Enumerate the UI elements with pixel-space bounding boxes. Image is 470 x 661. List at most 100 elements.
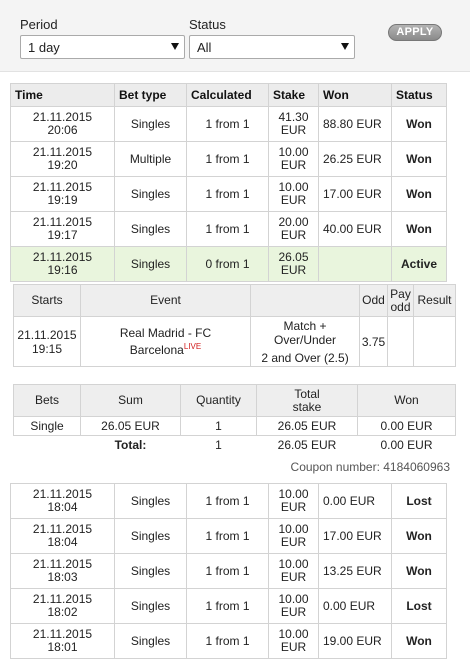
period-select-value: 1 day [28, 40, 60, 55]
bet-type: Singles [114, 106, 187, 142]
bet-row[interactable]: 21.11.2015 19:19 Singles 1 from 1 10.00 EUR 17… [10, 176, 447, 212]
bet-calculated: 0 from 1 [186, 246, 269, 282]
bet-calculated: 1 from 1 [186, 211, 269, 247]
col-odd: Odd [359, 284, 388, 317]
bet-row[interactable]: 21.11.2015 18:04 Singles 1 from 1 10.00 EUR 0.… [10, 483, 447, 519]
bet-type: Singles [114, 483, 187, 519]
bet-row[interactable]: 21.11.2015 18:02 Singles 1 from 1 10.00 EUR 0.… [10, 588, 447, 624]
bet-calculated: 1 from 1 [186, 588, 269, 624]
bet-type: Multiple [114, 141, 187, 177]
bet-won: 13.25 EUR [318, 553, 392, 589]
col-starts: Starts [13, 284, 81, 317]
summary-row: Single 26.05 EUR 1 26.05 EUR 0.00 EUR [13, 416, 456, 436]
bets-table-bottom: 21.11.2015 18:04 Singles 1 from 1 10.00 EUR 0.… [10, 483, 447, 659]
details-market: Match + Over/Under 2 and Over (2.5) [250, 316, 360, 367]
bet-row[interactable]: 21.11.2015 18:01 Singles 1 from 1 10.00 EUR 19… [10, 623, 447, 659]
bet-won: 17.00 EUR [318, 518, 392, 554]
bet-status: Active [391, 246, 447, 282]
col-time: Time [10, 83, 115, 107]
bet-status: Won [391, 553, 447, 589]
status-select[interactable]: All [189, 35, 355, 59]
bet-stake: 10.00 EUR [268, 553, 319, 589]
col-market [250, 284, 360, 317]
bet-status: Lost [391, 483, 447, 519]
bet-row[interactable]: 21.11.2015 18:03 Singles 1 from 1 10.00 EUR 13… [10, 553, 447, 589]
summary-won: 0.00 EUR [357, 416, 456, 436]
bet-type: Singles [114, 518, 187, 554]
bet-calculated: 1 from 1 [186, 106, 269, 142]
bet-time: 21.11.2015 19:16 [10, 246, 115, 282]
bet-type: Singles [114, 623, 187, 659]
col-status: Status [391, 83, 447, 107]
apply-button[interactable]: APPLY [388, 24, 442, 41]
live-badge: LIVE [183, 342, 202, 351]
bet-stake: 10.00 EUR [268, 176, 319, 212]
summary-total-row: Total: 1 26.05 EUR 0.00 EUR [14, 436, 456, 455]
bet-calculated: 1 from 1 [186, 518, 269, 554]
bet-time: 21.11.2015 18:04 [10, 518, 115, 554]
summary-table: Bets Sum Quantity Total stake Won Single … [13, 384, 456, 455]
bet-won: 17.00 EUR [318, 176, 392, 212]
chevron-down-icon [341, 43, 349, 50]
bet-won: 0.00 EUR [318, 588, 392, 624]
bet-type: Singles [114, 176, 187, 212]
bet-stake: 26.05 EUR [268, 246, 319, 282]
summary-sum: 26.05 EUR [80, 416, 181, 436]
bets-header-row: Time Bet type Calculated Stake Won Statu… [10, 83, 447, 107]
status-label: Status [189, 17, 226, 32]
col-stake: Stake [268, 83, 319, 107]
bet-won: 19.00 EUR [318, 623, 392, 659]
bet-details-table: Starts Event Odd Pay odd Result 21.11.201… [13, 284, 456, 367]
bet-stake: 10.00 EUR [268, 588, 319, 624]
details-event: Real Madrid - FC BarcelonaLIVE [80, 316, 251, 367]
bet-stake: 41.30 EUR [268, 106, 319, 142]
bet-won [318, 246, 392, 282]
bet-calculated: 1 from 1 [186, 141, 269, 177]
bet-status: Won [391, 211, 447, 247]
bet-calculated: 1 from 1 [186, 483, 269, 519]
col-total-stake: Total stake [256, 384, 358, 417]
bet-row[interactable]: 21.11.2015 19:17 Singles 1 from 1 20.00 EUR 40… [10, 211, 447, 247]
chevron-down-icon [171, 43, 179, 50]
coupon-number: Coupon number: 4184060963 [290, 460, 450, 474]
bet-status: Won [391, 106, 447, 142]
details-result [413, 316, 456, 367]
period-select[interactable]: 1 day [20, 35, 185, 59]
details-pay-odd [387, 316, 414, 367]
bet-row[interactable]: 21.11.2015 19:20 Multiple 1 from 1 10.00 EUR 2… [10, 141, 447, 177]
bet-time: 21.11.2015 19:19 [10, 176, 115, 212]
col-calculated: Calculated [186, 83, 269, 107]
bet-row[interactable]: 21.11.2015 20:06 Singles 1 from 1 41.30 EUR 88… [10, 106, 447, 142]
col-quantity: Quantity [180, 384, 257, 417]
bet-row[interactable]: 21.11.2015 19:16 Singles 0 from 1 26.05 EUR Ac… [10, 246, 447, 282]
bet-calculated: 1 from 1 [186, 553, 269, 589]
col-result: Result [413, 284, 456, 317]
total-quantity: 1 [215, 438, 222, 453]
total-label: Total: [114, 438, 147, 453]
bet-calculated: 1 from 1 [186, 176, 269, 212]
bet-won: 88.80 EUR [318, 106, 392, 142]
total-won: 0.00 EUR [380, 438, 433, 453]
bet-won: 40.00 EUR [318, 211, 392, 247]
details-row: 21.11.2015 19:15 Real Madrid - FC Barcelon… [13, 316, 456, 367]
col-summary-won: Won [357, 384, 456, 417]
filter-bar: Period 1 day Status All APPLY [0, 0, 470, 72]
bet-time: 21.11.2015 18:04 [10, 483, 115, 519]
bet-type: Singles [114, 246, 187, 282]
details-starts: 21.11.2015 19:15 [13, 316, 81, 367]
bet-type: Singles [114, 211, 187, 247]
col-sum: Sum [80, 384, 181, 417]
bet-time: 21.11.2015 19:20 [10, 141, 115, 177]
summary-quantity: 1 [180, 416, 257, 436]
col-bets: Bets [13, 384, 81, 417]
bet-stake: 10.00 EUR [268, 518, 319, 554]
bet-time: 21.11.2015 18:03 [10, 553, 115, 589]
bet-stake: 20.00 EUR [268, 211, 319, 247]
bet-time: 21.11.2015 18:01 [10, 623, 115, 659]
bet-stake: 10.00 EUR [268, 483, 319, 519]
col-pay-odd: Pay odd [387, 284, 414, 317]
bet-row[interactable]: 21.11.2015 18:04 Singles 1 from 1 10.00 EUR 17… [10, 518, 447, 554]
bet-won: 0.00 EUR [318, 483, 392, 519]
bet-stake: 10.00 EUR [268, 623, 319, 659]
bet-time: 21.11.2015 19:17 [10, 211, 115, 247]
